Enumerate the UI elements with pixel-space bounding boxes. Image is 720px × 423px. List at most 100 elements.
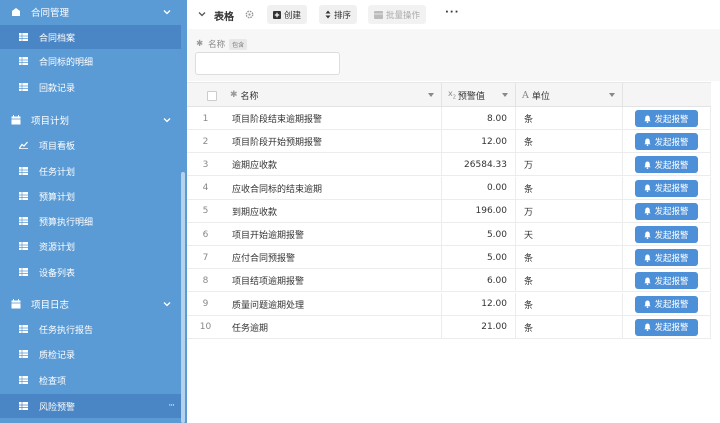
cell-unit[interactable]: 条 <box>516 246 623 270</box>
trigger-alarm-button[interactable]: 发起报警 <box>635 226 698 243</box>
chevron-down-icon[interactable] <box>163 8 171 16</box>
cell-value[interactable]: 8.00 <box>442 107 516 130</box>
table-row[interactable]: 4 应收合同标的结束逾期 0.00 条 发起报警 <box>187 176 711 200</box>
table-icon <box>19 33 28 41</box>
sidebar-item-task-plan[interactable]: 任务计划 <box>0 159 181 183</box>
sidebar-item-quality-records[interactable]: 质检记录 <box>0 342 181 366</box>
trigger-alarm-button[interactable]: 发起报警 <box>635 295 698 313</box>
trigger-alarm-button[interactable]: 发起报警 <box>635 156 698 174</box>
sidebar-item-budget-plan[interactable]: 预算计划 <box>0 184 181 208</box>
caret-down-icon[interactable] <box>502 93 508 97</box>
create-button-label: 创建 <box>284 10 302 21</box>
sidebar-item-payment-records[interactable]: 回款记录 <box>0 75 181 99</box>
sort-button[interactable]: 排序 <box>319 5 358 24</box>
cell-name[interactable]: 质量问题逾期处理 <box>224 292 442 316</box>
sidebar-group-contracts[interactable]: 合同管理 <box>0 1 181 23</box>
cell-name[interactable]: 应收合同标的结束逾期 <box>224 176 442 200</box>
column-header-unit[interactable]: A 单位 <box>516 83 623 107</box>
chevron-down-icon[interactable] <box>198 10 206 18</box>
gear-icon[interactable] <box>244 9 255 20</box>
trigger-alarm-button[interactable]: 发起报警 <box>635 249 698 267</box>
table-row[interactable]: 9 质量问题逾期处理 12.00 条 发起报警 <box>187 292 711 316</box>
sidebar-item-equipment-list[interactable]: 设备列表 <box>0 260 181 284</box>
table-icon <box>19 192 28 200</box>
cell-value[interactable]: 196.00 <box>442 199 516 223</box>
cell-unit[interactable]: 条 <box>516 269 623 293</box>
cell-value[interactable]: 0.00 <box>442 176 516 200</box>
trigger-alarm-button[interactable]: 发起报警 <box>635 272 698 290</box>
sidebar-item-project-board[interactable]: 项目看板 <box>0 133 181 157</box>
trigger-alarm-label: 发起报警 <box>654 184 689 195</box>
column-header-value[interactable]: x2 预警值 <box>442 83 516 107</box>
table-row[interactable]: 5 到期应收款 196.00 万 发起报警 <box>187 199 711 223</box>
cell-name[interactable]: 任务逾期 <box>224 315 442 339</box>
chevron-down-icon[interactable] <box>163 300 171 308</box>
cell-name[interactable]: 项目开始逾期报警 <box>224 223 442 246</box>
cell-value[interactable]: 12.00 <box>442 292 516 316</box>
trigger-alarm-button[interactable]: 发起报警 <box>635 179 698 197</box>
more-options-icon[interactable]: ··· <box>168 401 175 411</box>
caret-down-icon[interactable] <box>428 93 434 97</box>
cell-value[interactable]: 6.00 <box>442 269 516 293</box>
cell-unit[interactable]: 万 <box>516 199 623 223</box>
sidebar-item-risk-warning[interactable]: 风险预警 ··· <box>0 394 181 418</box>
table-row[interactable]: 10 任务逾期 21.00 条 发起报警 <box>187 315 711 339</box>
more-options-icon[interactable]: ··· <box>445 7 459 18</box>
trigger-alarm-button[interactable]: 发起报警 <box>635 110 698 127</box>
trigger-alarm-button[interactable]: 发起报警 <box>635 133 698 151</box>
sidebar-scrollbar[interactable] <box>181 172 185 423</box>
table-row[interactable]: 6 项目开始逾期报警 5.00 天 发起报警 <box>187 223 711 246</box>
cell-name[interactable]: 应付合同预报警 <box>224 246 442 270</box>
cell-unit[interactable]: 条 <box>516 176 623 200</box>
sidebar-item-contract-detail[interactable]: 合同标的明细 <box>0 49 181 73</box>
cell-action: 发起报警 <box>623 176 711 200</box>
column-header-name[interactable]: ✱ 名称 <box>224 83 442 107</box>
caret-down-icon[interactable] <box>609 93 615 97</box>
cell-value[interactable]: 5.00 <box>442 246 516 270</box>
row-index: 10 <box>199 322 212 333</box>
filter-name-input[interactable] <box>195 52 340 75</box>
bell-icon <box>644 254 652 262</box>
batch-button-label: 批量操作 <box>386 10 421 21</box>
trigger-alarm-button[interactable]: 发起报警 <box>635 318 698 336</box>
cell-unit[interactable]: 条 <box>516 292 623 316</box>
sidebar-group-project-plan[interactable]: 项目计划 <box>0 109 181 131</box>
trigger-alarm-button[interactable]: 发起报警 <box>635 202 698 220</box>
sidebar-item-label: 回款记录 <box>39 83 76 94</box>
cell-unit[interactable]: 条 <box>516 130 623 154</box>
cell-name[interactable]: 项目结项逾期报警 <box>224 269 442 293</box>
sidebar-item-contract-archive[interactable]: 合同档案 <box>0 25 181 49</box>
table-row[interactable]: 7 应付合同预报警 5.00 条 发起报警 <box>187 246 711 270</box>
cell-value[interactable]: 21.00 <box>442 315 516 339</box>
cell-value[interactable]: 5.00 <box>442 223 516 246</box>
cell-name[interactable]: 到期应收款 <box>224 199 442 223</box>
filter-operator-tag[interactable]: 包含 <box>229 38 248 50</box>
cell-value[interactable]: 26584.33 <box>442 153 516 177</box>
cell-name[interactable]: 逾期应收款 <box>224 153 442 177</box>
sidebar-item-resource-plan[interactable]: 资源计划 <box>0 234 181 258</box>
sidebar: 合同管理 合同档案 合同标的明细 回款记录 项目计划 项目看板 任务计划 预算计… <box>0 0 187 423</box>
cell-name[interactable]: 项目阶段开始预期报警 <box>224 130 442 154</box>
cell-unit[interactable]: 天 <box>516 223 623 246</box>
select-all-checkbox[interactable] <box>207 91 217 101</box>
cell-unit[interactable]: 条 <box>516 107 623 130</box>
cell-value[interactable]: 12.00 <box>442 130 516 154</box>
trigger-alarm-label: 发起报警 <box>654 253 689 264</box>
filter-panel: ✱ 名称 包含 <box>187 29 720 81</box>
table-row[interactable]: 1 项目阶段结束逾期报警 8.00 条 发起报警 <box>187 107 711 130</box>
batch-operation-button[interactable]: 批量操作 <box>368 5 427 24</box>
table-row[interactable]: 8 项目结项逾期报警 6.00 条 发起报警 <box>187 269 711 293</box>
cell-unit[interactable]: 万 <box>516 153 623 177</box>
row-index: 4 <box>202 183 209 194</box>
create-button[interactable]: 创建 <box>267 5 308 24</box>
sidebar-item-check-items[interactable]: 检查项 <box>0 368 181 392</box>
sidebar-item-budget-execution[interactable]: 预算执行明细 <box>0 209 181 233</box>
sidebar-item-task-report[interactable]: 任务执行报告 <box>0 317 181 341</box>
sidebar-group-project-log[interactable]: 项目日志 <box>0 293 181 315</box>
chevron-down-icon[interactable] <box>163 116 171 124</box>
cell-unit[interactable]: 条 <box>516 315 623 339</box>
table-row[interactable]: 2 项目阶段开始预期报警 12.00 条 发起报警 <box>187 130 711 154</box>
table-row[interactable]: 3 逾期应收款 26584.33 万 发起报警 <box>187 153 711 177</box>
cell-name[interactable]: 项目阶段结束逾期报警 <box>224 107 442 130</box>
table-icon <box>19 376 28 384</box>
